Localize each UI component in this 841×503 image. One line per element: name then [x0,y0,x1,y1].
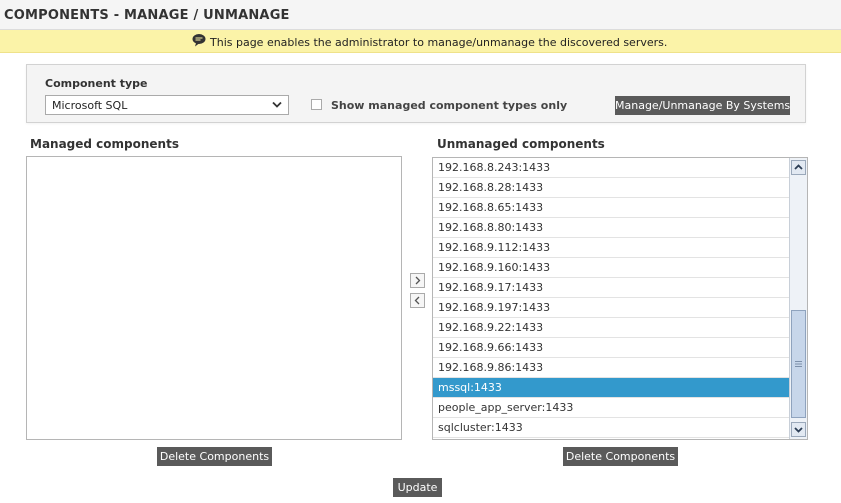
list-item[interactable]: people_app_server:1433 [433,398,789,418]
scrollbar-thumb[interactable] [791,310,806,418]
manage-by-systems-button[interactable]: Manage/Unmanage By Systems [615,96,790,115]
chevron-right-icon [415,276,421,285]
grip-icon [795,361,802,367]
delete-managed-components-button[interactable]: Delete Components [157,447,272,466]
list-item[interactable]: 192.168.8.80:1433 [433,218,789,238]
chevron-left-icon [414,296,420,305]
unmanaged-rows: 192.168.8.243:1433 192.168.8.28:1433 192.1… [433,158,789,438]
component-type-select[interactable]: Microsoft SQL [45,95,289,115]
move-to-unmanaged-button[interactable] [410,293,425,308]
list-item[interactable]: 192.168.8.28:1433 [433,178,789,198]
list-item[interactable]: 192.168.9.112:1433 [433,238,789,258]
info-banner-text: This page enables the administrator to m… [210,36,668,49]
list-item[interactable]: 192.168.8.243:1433 [433,158,789,178]
scroll-down-button[interactable] [791,422,806,437]
list-item[interactable]: 192.168.9.66:1433 [433,338,789,358]
chevron-down-icon [272,101,282,108]
list-item[interactable]: 192.168.9.22:1433 [433,318,789,338]
show-managed-only-checkbox[interactable] [311,99,322,110]
scroll-up-button[interactable] [791,160,806,175]
page-header: COMPONENTS - MANAGE / UNMANAGE [0,0,841,30]
list-item[interactable]: sqlcluster:1433 [433,418,789,438]
list-item[interactable]: 192.168.9.86:1433 [433,358,789,378]
unmanaged-components-label: Unmanaged components [437,137,605,151]
speech-bubble-icon [192,34,206,47]
component-type-label: Component type [45,77,148,90]
list-item[interactable]: 192.168.8.65:1433 [433,198,789,218]
managed-components-label: Managed components [30,137,179,151]
scrollbar[interactable] [789,158,807,439]
list-item[interactable]: 192.168.9.197:1433 [433,298,789,318]
component-type-value: Microsoft SQL [52,99,128,112]
list-item[interactable]: 192.168.9.17:1433 [433,278,789,298]
chevron-up-icon [794,164,803,170]
update-button[interactable]: Update [393,478,442,497]
move-to-managed-button[interactable] [410,273,425,288]
list-item[interactable]: 192.168.9.160:1433 [433,258,789,278]
delete-unmanaged-components-button[interactable]: Delete Components [563,447,678,466]
show-managed-only-label: Show managed component types only [331,99,568,112]
chevron-down-icon [794,427,803,433]
info-banner: This page enables the administrator to m… [0,30,841,53]
managed-components-list[interactable] [26,156,402,440]
page-title: COMPONENTS - MANAGE / UNMANAGE [4,8,290,23]
filter-panel: Component type Microsoft SQL Show manage… [26,64,806,123]
unmanaged-components-list[interactable]: 192.168.8.243:1433 192.168.8.28:1433 192.1… [432,157,808,440]
list-item[interactable]: mssql:1433 [433,378,789,398]
